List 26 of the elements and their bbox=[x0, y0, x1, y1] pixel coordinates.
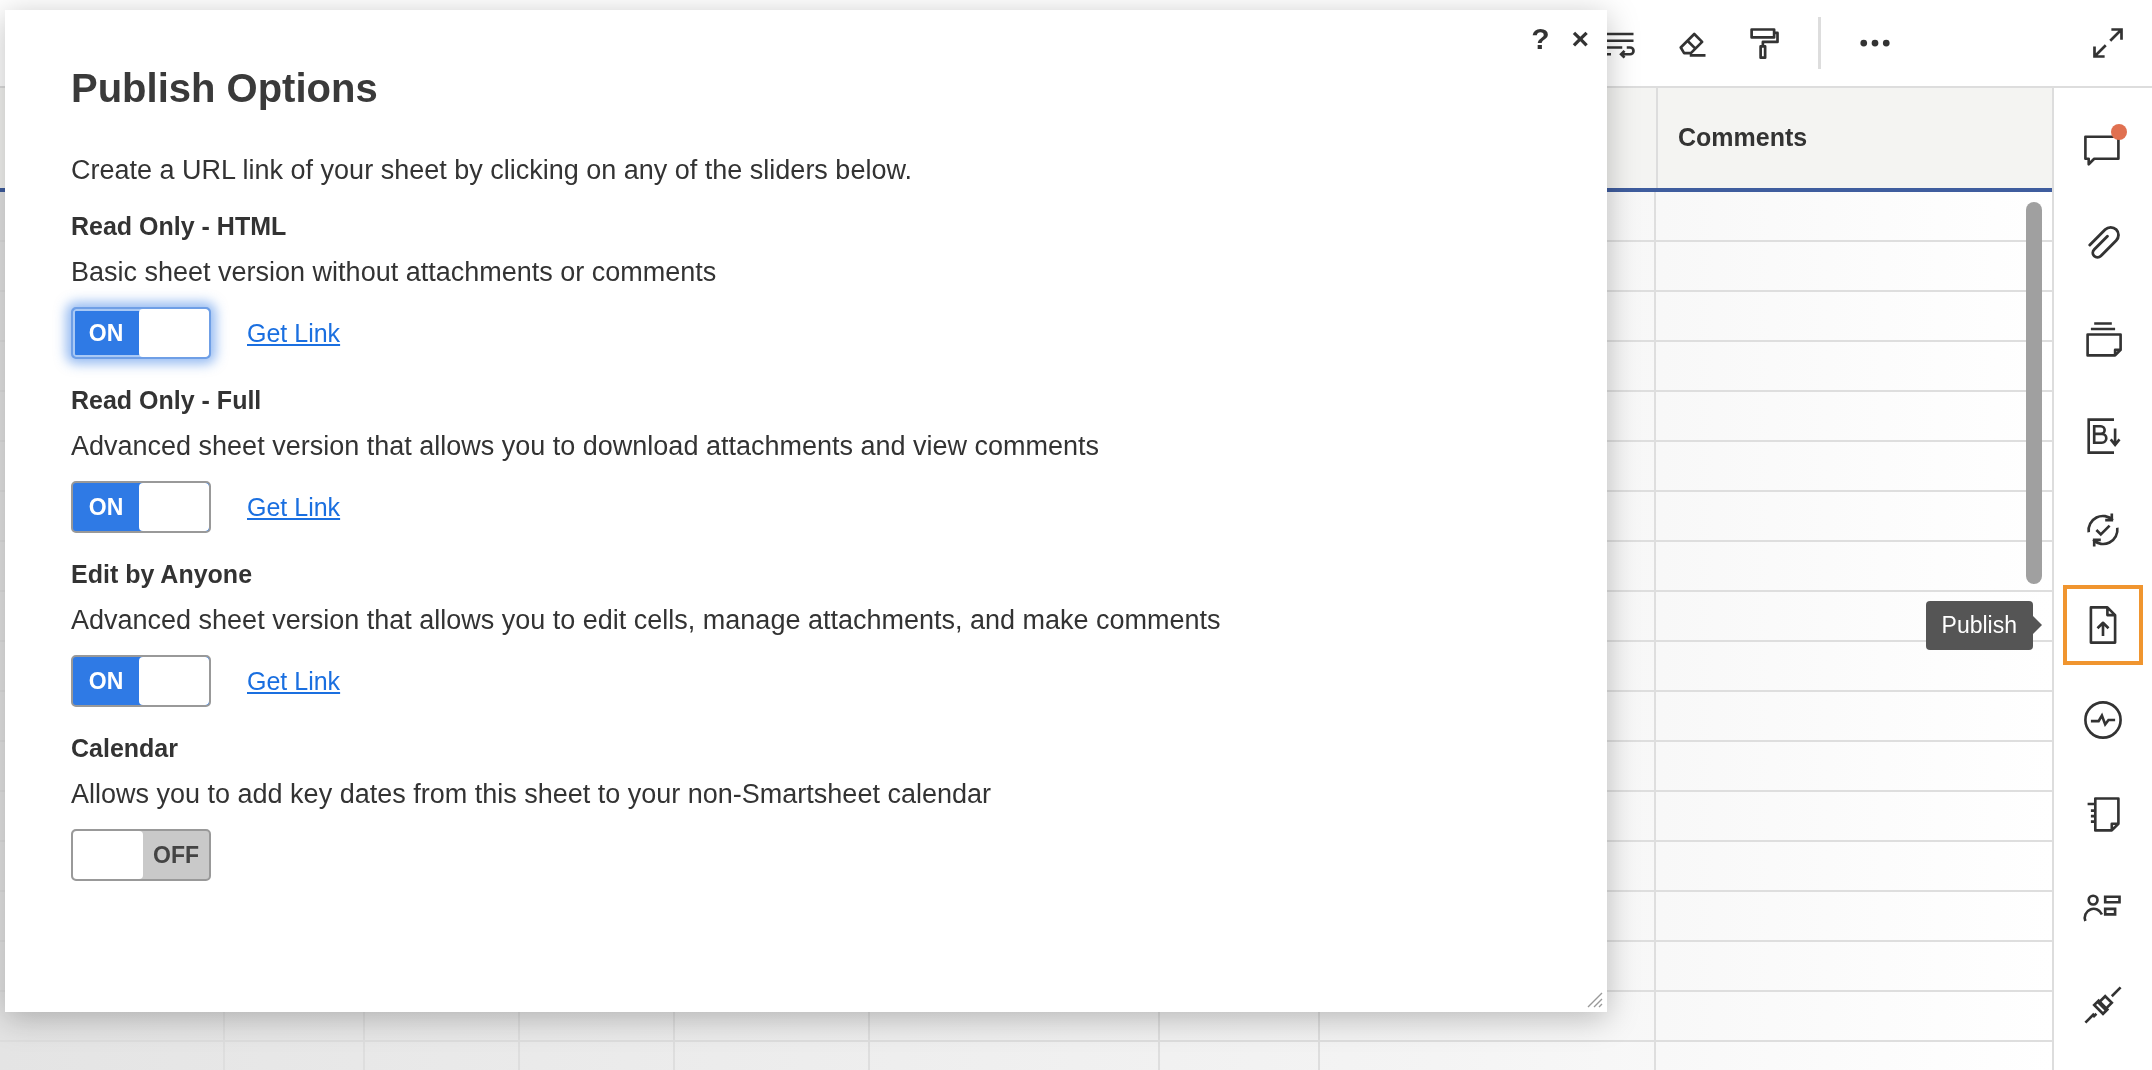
tooltip-arrow bbox=[2033, 616, 2042, 634]
option-description: Advanced sheet version that allows you to edit cells, manage attachments, and make comments bbox=[71, 605, 1222, 636]
option-description: Basic sheet version without attachments or comments bbox=[71, 257, 718, 288]
toggle-switch[interactable]: ON bbox=[71, 655, 211, 707]
toggle-switch[interactable]: ON bbox=[71, 481, 211, 533]
close-button[interactable]: × bbox=[1571, 24, 1589, 54]
option-description: Advanced sheet version that allows you to download attachments and view comments bbox=[71, 431, 1101, 462]
get-link[interactable]: Get Link bbox=[247, 666, 341, 696]
pulse-icon bbox=[2081, 698, 2125, 742]
dialog-title: Publish Options bbox=[71, 66, 379, 111]
option-title: Read Only - HTML bbox=[71, 212, 288, 241]
expand-icon[interactable] bbox=[2090, 25, 2126, 61]
option-title: Read Only - Full bbox=[71, 386, 263, 415]
publish-button[interactable] bbox=[2063, 585, 2143, 665]
tooltip: Publish bbox=[1925, 601, 2033, 650]
scrollbar[interactable] bbox=[2026, 202, 2042, 584]
get-link[interactable]: Get Link bbox=[247, 318, 341, 348]
option-title: Calendar bbox=[71, 734, 179, 763]
column-header: Comments bbox=[1677, 122, 1809, 153]
intro-text: Create a URL link of your sheet by clicking on any of the sliders below. bbox=[71, 155, 913, 186]
toggle-switch[interactable]: ON bbox=[71, 307, 211, 359]
option-description: Allows you to add key dates from this sheet to your non-Smartsheet calendar bbox=[71, 779, 992, 810]
get-link[interactable]: Get Link bbox=[247, 492, 341, 522]
toggle-switch[interactable]: OFF bbox=[71, 829, 211, 881]
option-title: Edit by Anyone bbox=[71, 560, 254, 589]
help-button[interactable]: ? bbox=[1531, 24, 1550, 54]
